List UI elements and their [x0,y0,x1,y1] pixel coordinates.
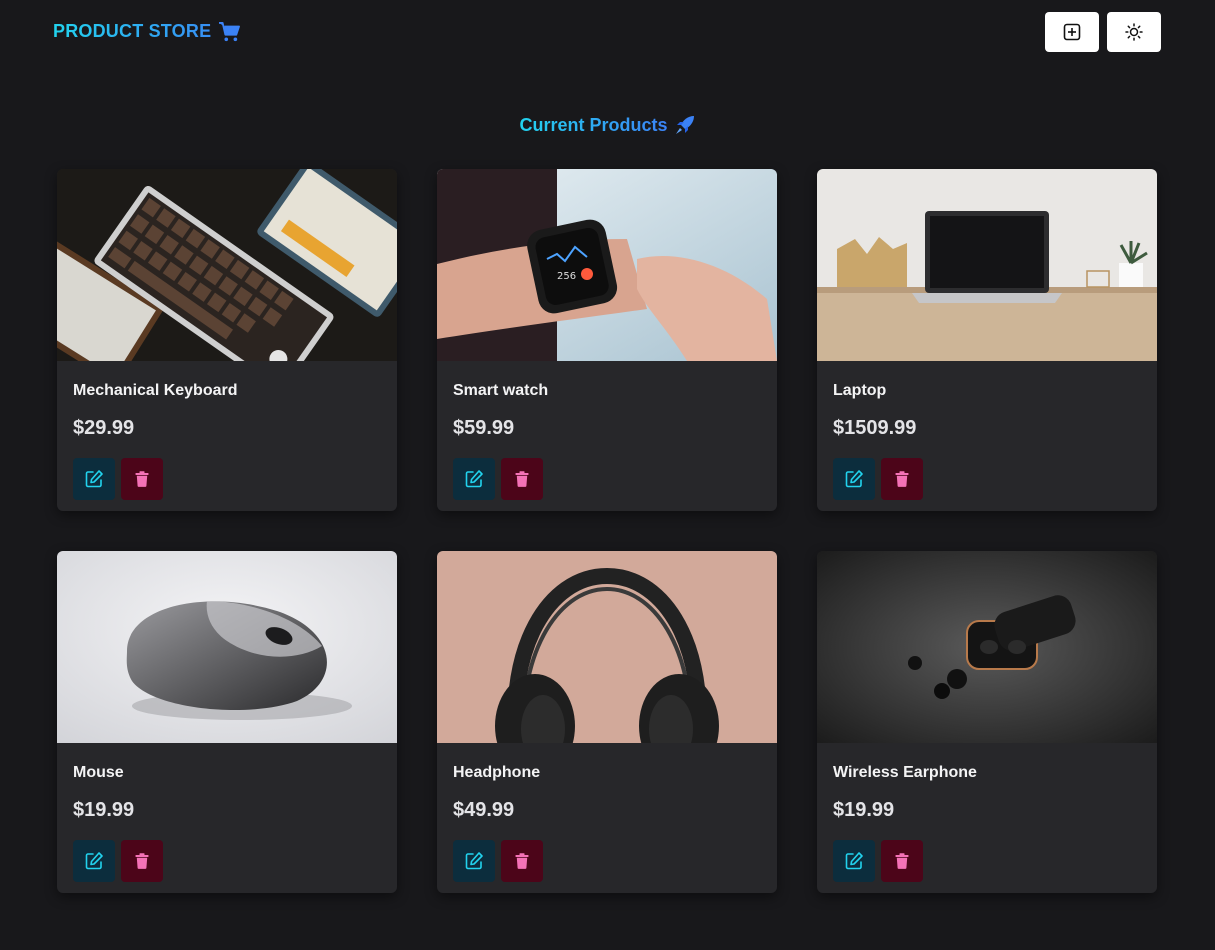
navbar: PRODUCT STORE [0,0,1215,64]
product-card: Headphone $49.99 [437,551,777,893]
product-card: Laptop $1509.99 [817,169,1157,511]
page-title: Current Products [519,114,668,135]
edit-button[interactable] [833,458,875,500]
product-image [817,551,1157,743]
svg-text:256: 256 [557,271,576,282]
theme-toggle-button[interactable] [1107,12,1161,52]
brand-link[interactable]: PRODUCT STORE [53,21,241,42]
product-price: $19.99 [73,799,135,821]
product-price: $1509.99 [833,417,917,439]
plus-square-icon [1063,23,1081,41]
trash-icon [515,853,529,869]
trash-icon [515,471,529,487]
edit-icon [85,852,103,870]
edit-button[interactable] [833,840,875,882]
edit-icon [465,852,483,870]
edit-icon [845,852,863,870]
rocket-icon [675,116,694,134]
edit-icon [845,470,863,488]
product-price: $19.99 [833,799,895,821]
product-card: 256 Smart watch $59.99 [437,169,777,511]
delete-button[interactable] [121,840,163,882]
trash-icon [895,471,909,487]
product-name: Smart watch [453,382,549,399]
trash-icon [895,853,909,869]
product-image [57,551,397,743]
edit-icon [465,470,483,488]
trash-icon [135,471,149,487]
product-name: Wireless Earphone [833,764,977,781]
product-card: Mouse $19.99 [57,551,397,893]
shopping-cart-icon [219,21,241,41]
delete-button[interactable] [121,458,163,500]
brand-title: PRODUCT STORE [53,21,212,41]
product-grid: Mechanical Keyboard $29.99 256 Smart wat… [57,169,1157,893]
product-image [57,169,397,361]
sun-icon [1125,23,1143,41]
product-name: Headphone [453,764,541,781]
product-name: Mechanical Keyboard [73,382,238,399]
edit-button[interactable] [73,840,115,882]
edit-button[interactable] [73,458,115,500]
delete-button[interactable] [501,458,543,500]
product-price: $49.99 [453,799,515,821]
edit-button[interactable] [453,840,495,882]
trash-icon [135,853,149,869]
delete-button[interactable] [501,840,543,882]
edit-button[interactable] [453,458,495,500]
product-price: $29.99 [73,417,135,439]
product-card: Wireless Earphone $19.99 [817,551,1157,893]
product-image [817,169,1157,361]
product-image [437,551,777,743]
edit-icon [85,470,103,488]
delete-button[interactable] [881,458,923,500]
page-heading: Current Products [0,114,1215,136]
product-card: Mechanical Keyboard $29.99 [57,169,397,511]
product-image: 256 [437,169,777,361]
delete-button[interactable] [881,840,923,882]
product-name: Laptop [833,382,887,399]
product-price: $59.99 [453,417,515,439]
create-product-button[interactable] [1045,12,1099,52]
product-name: Mouse [73,764,124,781]
